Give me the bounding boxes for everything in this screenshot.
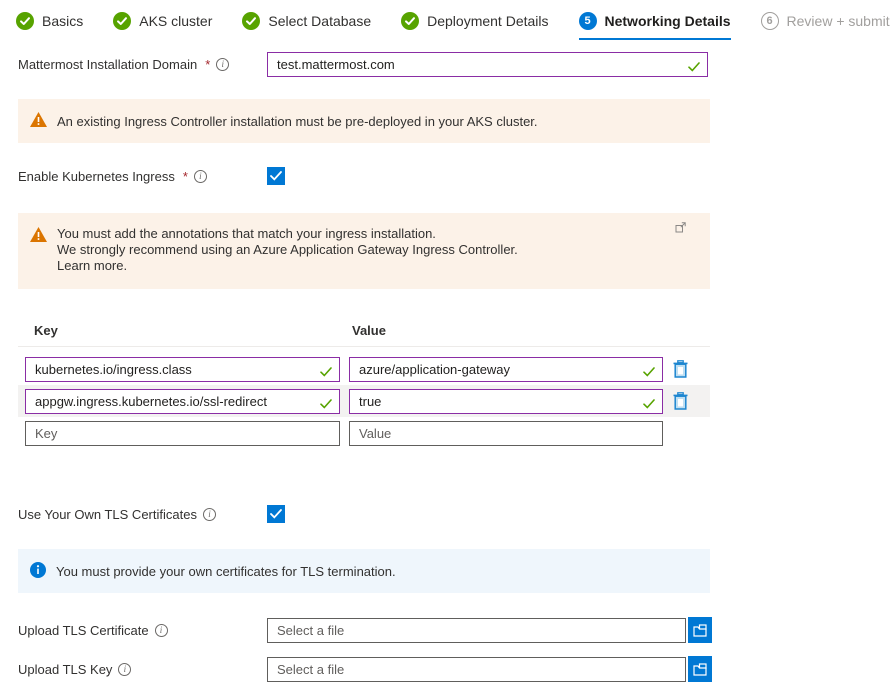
tab-label: Basics <box>42 13 83 29</box>
required-asterisk: * <box>205 57 210 72</box>
upload-cert-row: Upload TLS Certificate i <box>18 617 710 643</box>
annotations-warning-line1: You must add the annotations that match … <box>57 226 436 241</box>
delete-row-button[interactable] <box>671 358 690 380</box>
learn-more-link[interactable]: Learn more. <box>57 258 127 273</box>
completed-check-icon <box>242 12 260 30</box>
info-icon[interactable]: i <box>194 170 207 183</box>
step-number-badge: 6 <box>761 12 779 30</box>
annotation-row-1 <box>18 353 710 385</box>
tab-deployment-details[interactable]: Deployment Details <box>401 12 548 40</box>
completed-check-icon <box>16 12 34 30</box>
browse-file-button[interactable] <box>688 656 712 682</box>
tab-label: Networking Details <box>605 13 731 29</box>
popout-icon[interactable] <box>675 221 686 237</box>
ingress-warning-banner: An existing Ingress Controller installat… <box>18 99 710 143</box>
info-icon[interactable]: i <box>216 58 229 71</box>
upload-cert-input[interactable] <box>267 618 686 643</box>
delete-row-button[interactable] <box>671 390 690 412</box>
domain-label: Mattermost Installation Domain <box>18 57 197 72</box>
info-icon[interactable]: i <box>155 624 168 637</box>
ingress-warning-text: An existing Ingress Controller installat… <box>57 114 538 129</box>
tab-aks-cluster[interactable]: AKS cluster <box>113 12 212 40</box>
info-filled-icon <box>30 562 46 581</box>
tab-label: Deployment Details <box>427 13 548 29</box>
annotation-row-2 <box>18 385 710 417</box>
value-column-header: Value <box>352 323 386 338</box>
annotations-header-row: Key Value <box>18 323 710 346</box>
completed-check-icon <box>113 12 131 30</box>
annotation-key-input-new[interactable] <box>25 421 340 446</box>
tls-info-banner: You must provide your own certificates f… <box>18 549 710 593</box>
key-column-header: Key <box>34 323 352 338</box>
upload-key-label: Upload TLS Key <box>18 662 112 677</box>
valid-check-icon <box>688 59 700 77</box>
enable-ingress-label: Enable Kubernetes Ingress <box>18 169 175 184</box>
annotation-value-input-1[interactable] <box>349 357 663 382</box>
upload-cert-label: Upload TLS Certificate <box>18 623 149 638</box>
tls-certificates-label: Use Your Own TLS Certificates <box>18 507 197 522</box>
tab-review-submit[interactable]: 6 Review + submit <box>761 12 890 40</box>
valid-check-icon <box>320 396 332 414</box>
valid-check-icon <box>643 364 655 382</box>
annotation-value-input-2[interactable] <box>349 389 663 414</box>
annotation-value-input-new[interactable] <box>349 421 663 446</box>
tab-networking-details[interactable]: 5 Networking Details <box>579 12 731 40</box>
warning-icon <box>30 112 47 130</box>
info-icon[interactable]: i <box>118 663 131 676</box>
browse-file-button[interactable] <box>688 617 712 643</box>
upload-key-row: Upload TLS Key i <box>18 656 710 682</box>
annotation-key-input-2[interactable] <box>25 389 340 414</box>
valid-check-icon <box>320 364 332 382</box>
tab-basics[interactable]: Basics <box>16 12 83 40</box>
annotation-key-input-1[interactable] <box>25 357 340 382</box>
enable-ingress-checkbox[interactable] <box>267 167 285 185</box>
tab-label: Select Database <box>268 13 371 29</box>
tls-certificates-checkbox[interactable] <box>267 505 285 523</box>
required-asterisk: * <box>183 169 188 184</box>
annotations-warning-line2: We strongly recommend using an Azure App… <box>57 242 518 257</box>
warning-icon <box>30 227 47 274</box>
wizard-tab-bar: Basics AKS cluster Select Database Deplo… <box>0 0 894 40</box>
info-icon[interactable]: i <box>203 508 216 521</box>
annotation-empty-row <box>18 417 710 449</box>
tls-certificates-row: Use Your Own TLS Certificates i <box>18 505 710 523</box>
annotations-warning-banner: You must add the annotations that match … <box>18 213 710 289</box>
completed-check-icon <box>401 12 419 30</box>
tab-label: AKS cluster <box>139 13 212 29</box>
tab-select-database[interactable]: Select Database <box>242 12 371 40</box>
tls-info-text: You must provide your own certificates f… <box>56 564 396 579</box>
domain-row: Mattermost Installation Domain * i <box>18 52 710 77</box>
step-number-badge: 5 <box>579 12 597 30</box>
enable-ingress-row: Enable Kubernetes Ingress * i <box>18 167 710 185</box>
tab-label: Review + submit <box>787 13 890 29</box>
valid-check-icon <box>643 396 655 414</box>
header-divider <box>18 346 710 347</box>
domain-input[interactable] <box>267 52 708 77</box>
upload-key-input[interactable] <box>267 657 686 682</box>
